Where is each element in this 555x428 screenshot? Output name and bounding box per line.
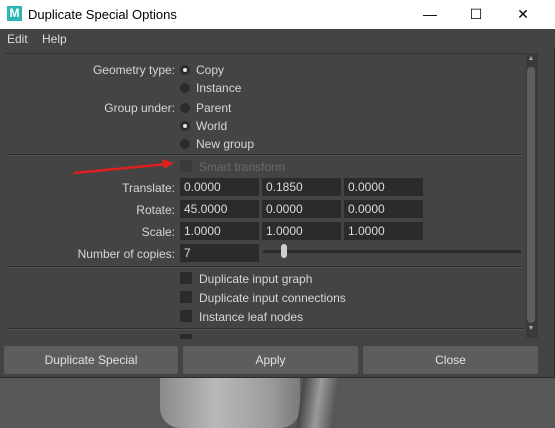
minimize-icon[interactable]: — (407, 0, 453, 29)
apply-button[interactable]: Apply (183, 346, 358, 374)
scroll-up-icon[interactable]: ▲ (526, 55, 536, 62)
section-divider (8, 328, 523, 330)
geometry-type-copy-radio[interactable] (180, 65, 190, 75)
menu-bar: Edit Help (0, 29, 555, 49)
rotate-y-field[interactable]: 0.0000 (262, 200, 341, 218)
group-under-label: Group under: (104, 101, 175, 115)
smart-transform-checkbox[interactable] (180, 160, 192, 172)
group-under-new-group-label: New group (196, 137, 255, 151)
annotation-arrow-icon (73, 159, 174, 175)
rotate-x-field[interactable]: 45.0000 (180, 200, 259, 218)
duplicate-special-dialog: M Duplicate Special Options — ☐ ✕ Edit H… (0, 0, 555, 378)
translate-y-field[interactable]: 0.1850 (262, 178, 341, 196)
maximize-icon[interactable]: ☐ (453, 0, 499, 29)
translate-x-field[interactable]: 0.0000 (180, 178, 259, 196)
instance-leaf-nodes-checkbox[interactable] (180, 310, 192, 322)
group-under-parent-label: Parent (196, 101, 232, 115)
scroll-thumb[interactable] (527, 67, 535, 323)
section-divider (8, 266, 523, 268)
options-panel: Geometry type: Copy Instance Group under… (5, 53, 526, 339)
geometry-type-copy-label: Copy (196, 63, 225, 77)
title-bar: M Duplicate Special Options — ☐ ✕ (0, 0, 555, 29)
duplicate-special-button[interactable]: Duplicate Special (4, 346, 178, 374)
close-icon[interactable]: ✕ (500, 0, 546, 29)
menu-help[interactable]: Help (42, 32, 67, 46)
menu-edit[interactable]: Edit (7, 32, 28, 46)
copies-slider-track[interactable] (263, 250, 521, 253)
scale-label: Scale: (141, 225, 175, 239)
geometry-type-instance-radio[interactable] (180, 83, 190, 93)
viewport-object (160, 378, 300, 428)
section-divider (8, 154, 523, 156)
instance-leaf-nodes-label: Instance leaf nodes (199, 310, 304, 324)
partial-checkbox[interactable] (180, 334, 192, 339)
group-under-parent-radio[interactable] (180, 103, 190, 113)
rotate-z-field[interactable]: 0.0000 (344, 200, 423, 218)
geometry-type-instance-label: Instance (196, 81, 242, 95)
scale-y-field[interactable]: 1.0000 (262, 222, 341, 240)
duplicate-input-connections-label: Duplicate input connections (199, 291, 346, 305)
close-button[interactable]: Close (363, 346, 538, 374)
group-under-new-group-radio[interactable] (180, 139, 190, 149)
geometry-type-label: Geometry type: (92, 63, 175, 77)
number-of-copies-label: Number of copies: (77, 247, 175, 261)
number-of-copies-field[interactable]: 7 (180, 244, 259, 262)
group-under-world-label: World (196, 119, 228, 133)
window-title: Duplicate Special Options (28, 7, 177, 22)
scale-z-field[interactable]: 1.0000 (344, 222, 423, 240)
duplicate-input-graph-label: Duplicate input graph (199, 272, 313, 286)
scroll-down-icon[interactable]: ▼ (526, 325, 536, 332)
scale-x-field[interactable]: 1.0000 (180, 222, 259, 240)
maya-app-icon: M (7, 6, 22, 21)
group-under-world-radio[interactable] (180, 121, 190, 131)
translate-z-field[interactable]: 0.0000 (344, 178, 423, 196)
copies-slider-handle[interactable] (281, 244, 287, 258)
vertical-scrollbar[interactable]: ▲ ▼ (526, 53, 538, 338)
rotate-label: Rotate: (136, 203, 175, 217)
smart-transform-label: Smart transform (199, 160, 286, 174)
duplicate-input-graph-checkbox[interactable] (180, 272, 192, 284)
translate-label: Translate: (122, 181, 175, 195)
duplicate-input-connections-checkbox[interactable] (180, 291, 192, 303)
viewport-object-edge (296, 378, 340, 428)
